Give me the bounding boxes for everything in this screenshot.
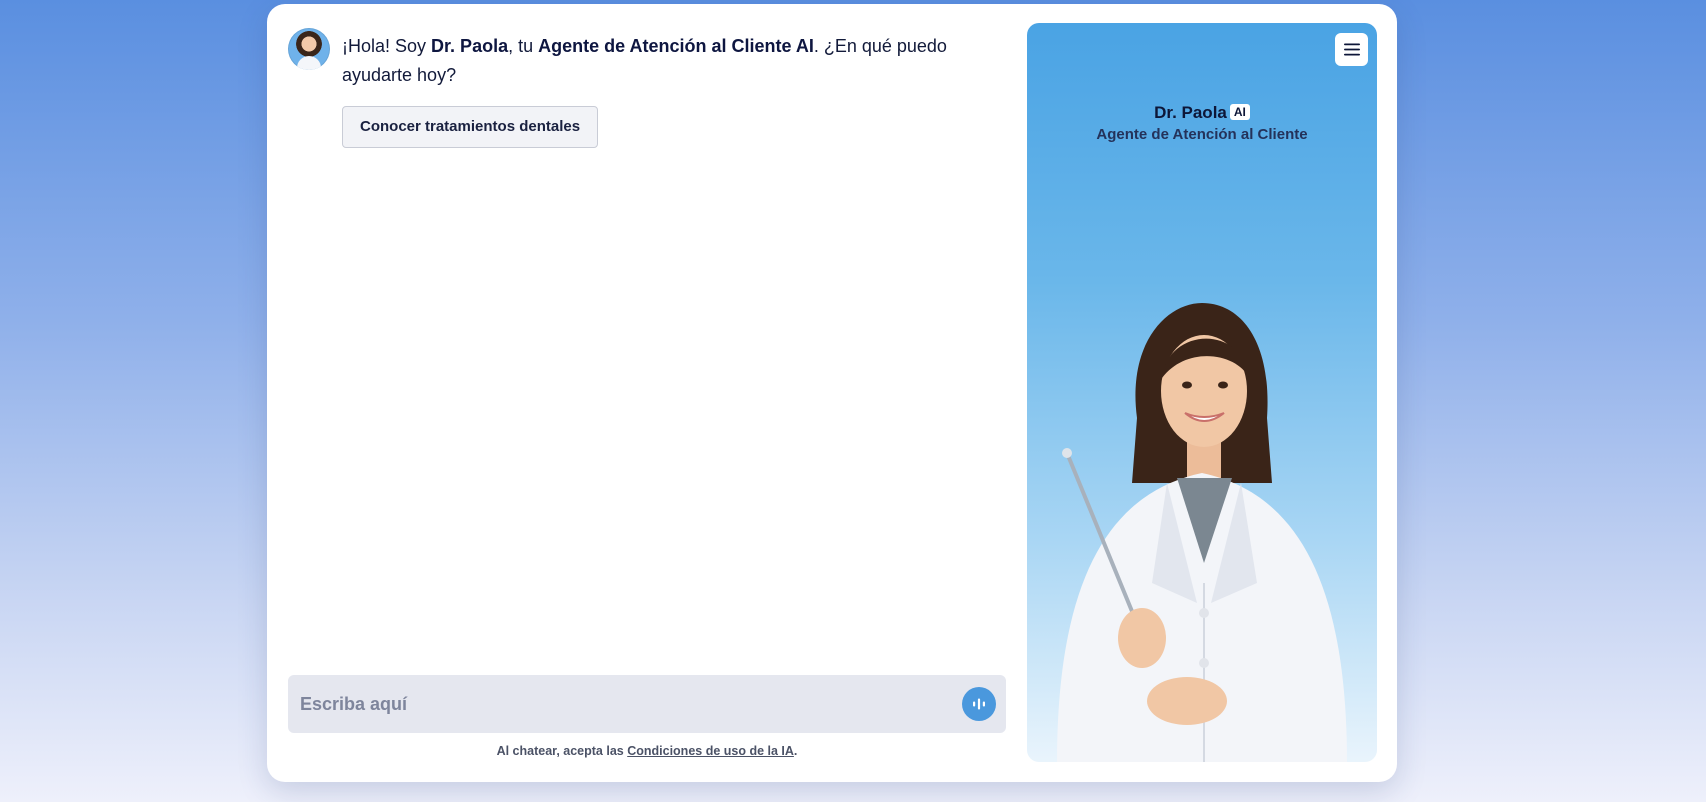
agent-portrait-image [1057, 303, 1347, 762]
suggestion-chip-dental-treatments[interactable]: Conocer tratamientos dentales [342, 106, 599, 148]
greeting-agent-role: Agente de Atención al Cliente AI [538, 36, 814, 56]
terms-link[interactable]: Condiciones de uso de la IA [627, 744, 794, 758]
greeting-part-2: , tu [508, 36, 539, 56]
agent-greeting-text: ¡Hola! Soy Dr. Paola, tu Agente de Atenc… [342, 32, 992, 90]
agent-subtitle: Agente de Atención al Cliente [1096, 126, 1308, 143]
agent-name: Dr. Paola [1154, 103, 1227, 122]
agent-name-heading: Dr. Paola AI [1027, 103, 1377, 123]
terms-suffix: . [793, 744, 798, 758]
chat-input[interactable] [288, 675, 952, 733]
greeting-agent-name: Dr. Paola [431, 36, 509, 56]
agent-message: ¡Hola! Soy Dr. Paola, tu Agente de Atenc… [288, 28, 1008, 90]
terms-notice: Al chatear, acepta las Condiciones de us… [288, 744, 1006, 758]
agent-panel: Dr. Paola AI Agente de Atención al Client… [1027, 23, 1377, 762]
greeting-part-1: ¡Hola! Soy [342, 36, 432, 56]
voice-input-button[interactable] [962, 687, 996, 721]
chat-area: ¡Hola! Soy Dr. Paola, tu Agente de Atenc… [288, 4, 1008, 782]
ai-badge: AI [1229, 104, 1250, 120]
agent-avatar [288, 28, 330, 70]
chat-card: ¡Hola! Soy Dr. Paola, tu Agente de Atenc… [267, 4, 1397, 782]
menu-button[interactable] [1335, 33, 1368, 66]
terms-prefix: Al chatear, acepta las [496, 744, 628, 758]
voice-waveform-icon [973, 698, 985, 710]
hamburger-menu-icon [1343, 43, 1360, 56]
chat-input-container [288, 675, 1006, 733]
